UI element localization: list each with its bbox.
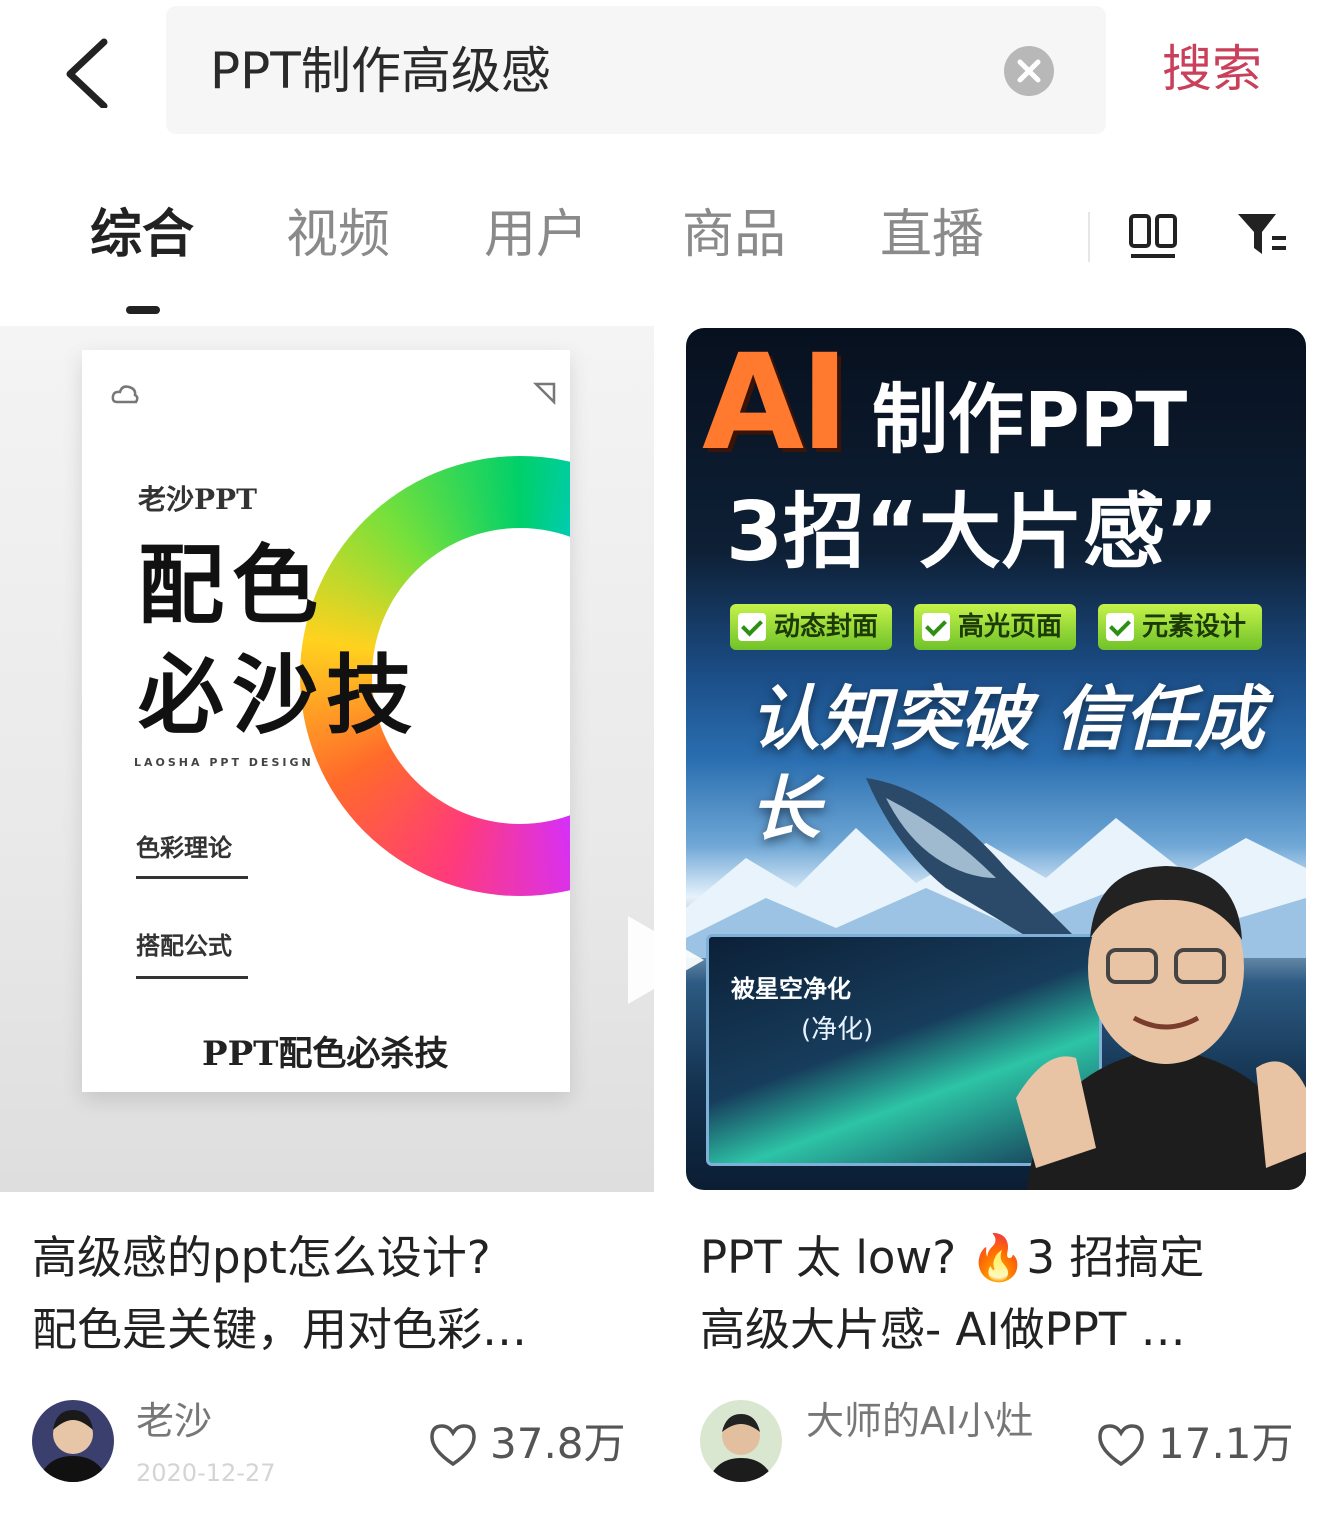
poster: 老沙PPT 配色 必沙技 LAOSHA PPT DESIGN 色彩理论 搭配公式… — [82, 350, 570, 1092]
result-title-1-line1[interactable]: 高级感的ppt怎么设计? — [32, 1226, 491, 1290]
heart-icon[interactable] — [428, 1422, 478, 1468]
clear-circle-icon — [1017, 59, 1041, 83]
poster-sub-1: 色彩理论 — [136, 833, 232, 862]
presenter-photo — [1016, 866, 1306, 1190]
play-icon[interactable] — [620, 910, 710, 1010]
result-title-2-line2[interactable]: 高级大片感- AI做PPT … — [700, 1298, 1186, 1362]
result-thumbnail-1[interactable]: 老沙PPT 配色 必沙技 LAOSHA PPT DESIGN 色彩理论 搭配公式… — [0, 326, 654, 1192]
result-title-1-line2[interactable]: 配色是关键，用对色彩… — [32, 1298, 527, 1362]
tab-live[interactable]: 直播 — [880, 200, 984, 270]
like-count-1: 37.8万 — [490, 1419, 626, 1468]
tab-video[interactable]: 视频 — [286, 200, 390, 270]
thumb-tag-2: 高光页面 — [914, 604, 1076, 650]
chevron-left-icon — [66, 38, 108, 110]
author-avatar-2 — [700, 1400, 782, 1482]
poster-footer: PPT配色必杀技 — [202, 1034, 449, 1074]
checkbox-icon — [738, 613, 766, 641]
search-input[interactable]: PPT制作高级感 — [210, 36, 551, 106]
layout-toggle-button[interactable] — [1128, 212, 1180, 260]
cloud-icon — [110, 380, 140, 410]
author-name-1[interactable]: 老沙 — [136, 1396, 212, 1446]
tab-products[interactable]: 商品 — [682, 200, 786, 270]
tab-users[interactable]: 用户 — [484, 200, 588, 270]
tab-indicator — [126, 306, 160, 314]
double-column-layout-icon — [1129, 214, 1177, 258]
inner-slide-title: 被星空净化 — [731, 975, 851, 1003]
author-avatar-1 — [32, 1400, 114, 1482]
thumb-slogan: 认知突破 信任成长 — [750, 678, 1265, 850]
result-thumbnail-2[interactable]: AI 制作PPT 3招“大片感” 动态封面 高光页面 元素设计 认知突破 信任成… — [686, 328, 1306, 1190]
checkbox-icon — [1106, 613, 1134, 641]
thumb-title-1: 制作PPT — [872, 375, 1188, 464]
thumb-title-2: 3招“大片感” — [726, 485, 1219, 580]
thumb-tag-1: 动态封面 — [730, 604, 892, 650]
avatar[interactable] — [32, 1400, 114, 1482]
divider — [1088, 212, 1090, 262]
poster-english: LAOSHA PPT DESIGN — [134, 756, 314, 769]
back-button[interactable] — [62, 38, 122, 110]
search-button[interactable]: 搜索 — [1162, 34, 1262, 104]
poster-headline-1: 配色 — [138, 535, 326, 636]
poster-brand: 老沙PPT — [138, 483, 257, 516]
filter-icon — [1238, 214, 1286, 254]
post-date-1: 2020-12-27 — [136, 1459, 276, 1487]
clear-button[interactable] — [1004, 46, 1054, 96]
thumb-ai-text: AI — [702, 328, 849, 480]
thumb-tag-3: 元素设计 — [1098, 604, 1262, 650]
inner-slide-sub: (净化) — [801, 1015, 874, 1045]
heart-icon[interactable] — [1096, 1422, 1146, 1468]
avatar[interactable] — [700, 1400, 782, 1482]
poster-sub-2: 搭配公式 — [136, 931, 232, 960]
author-name-2[interactable]: 大师的AI小灶 — [806, 1396, 1033, 1446]
filter-button[interactable] — [1236, 210, 1290, 260]
like-count-2: 17.1万 — [1158, 1419, 1294, 1468]
result-title-2-line1[interactable]: PPT 太 low? 🔥3 招搞定 — [700, 1226, 1204, 1290]
corner-flag-icon — [530, 378, 560, 408]
poster-headline-2: 必沙技 — [138, 645, 420, 746]
tab-comprehensive[interactable]: 综合 — [90, 200, 194, 270]
checkbox-icon — [922, 613, 950, 641]
